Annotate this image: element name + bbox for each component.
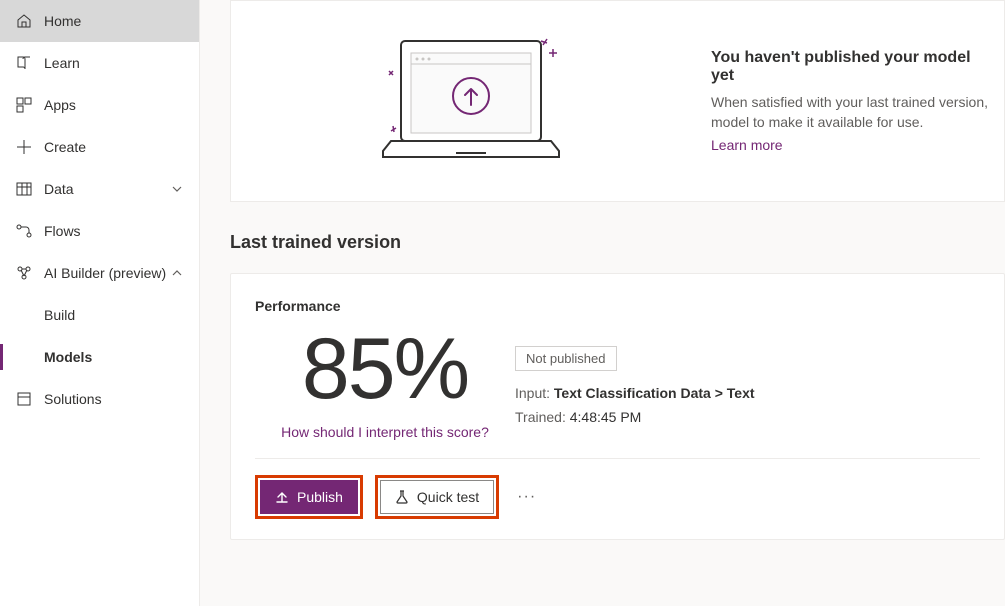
section-title: Last trained version — [230, 232, 1005, 253]
sidebar-item-label: Data — [44, 181, 74, 197]
quick-test-button[interactable]: Quick test — [380, 480, 494, 514]
performance-card: Performance 85% How should I interpret t… — [230, 273, 1005, 540]
publish-body: When satisfied with your last trained ve… — [711, 93, 994, 132]
sidebar-item-label: Home — [44, 13, 81, 29]
solutions-icon — [16, 391, 32, 407]
sidebar-item-create[interactable]: Create — [0, 126, 199, 168]
flask-icon — [395, 490, 409, 504]
status-badge: Not published — [515, 346, 617, 371]
publish-notice-card: You haven't published your model yet Whe… — [230, 0, 1005, 202]
publish-button[interactable]: Publish — [260, 480, 358, 514]
sidebar-item-apps[interactable]: Apps — [0, 84, 199, 126]
sidebar-item-label: Create — [44, 139, 86, 155]
main-content: You haven't published your model yet Whe… — [200, 0, 1005, 606]
publish-illustration — [231, 31, 711, 171]
sidebar-item-label: Build — [44, 307, 75, 323]
sidebar-item-label: Apps — [44, 97, 76, 113]
more-actions-button[interactable]: ··· — [511, 488, 542, 506]
sidebar-item-ai-builder[interactable]: AI Builder (preview) — [0, 252, 199, 294]
sidebar-item-label: Flows — [44, 223, 81, 239]
upload-icon — [275, 490, 289, 504]
input-line: Input: Text Classification Data > Text — [515, 385, 980, 401]
apps-icon — [16, 97, 32, 113]
sidebar-item-label: AI Builder (preview) — [44, 265, 166, 281]
interpret-score-link[interactable]: How should I interpret this score? — [281, 424, 489, 440]
sidebar-item-solutions[interactable]: Solutions — [0, 378, 199, 420]
book-icon — [16, 55, 32, 71]
performance-score: 85% — [255, 326, 515, 412]
performance-heading: Performance — [255, 298, 980, 314]
chevron-up-icon — [171, 267, 183, 279]
sidebar-item-label: Learn — [44, 55, 80, 71]
ai-builder-icon — [16, 265, 32, 281]
highlight-publish: Publish — [255, 475, 363, 519]
sidebar-item-label: Models — [44, 349, 92, 365]
sidebar-item-home[interactable]: Home — [0, 0, 199, 42]
flows-icon — [16, 223, 32, 239]
sidebar: Home Learn Apps Create Data Flows — [0, 0, 200, 606]
sidebar-item-data[interactable]: Data — [0, 168, 199, 210]
sidebar-item-label: Solutions — [44, 391, 102, 407]
publish-title: You haven't published your model yet — [711, 49, 994, 85]
trained-line: Trained: 4:48:45 PM — [515, 409, 980, 425]
sidebar-item-build[interactable]: Build — [0, 294, 199, 336]
learn-more-link[interactable]: Learn more — [711, 137, 783, 153]
plus-icon — [16, 139, 32, 155]
chevron-down-icon — [171, 183, 183, 195]
home-icon — [16, 13, 32, 29]
actions-row: Publish Quick test ··· — [255, 458, 980, 519]
sidebar-item-flows[interactable]: Flows — [0, 210, 199, 252]
sidebar-item-models[interactable]: Models — [0, 336, 199, 378]
sidebar-item-learn[interactable]: Learn — [0, 42, 199, 84]
highlight-quick-test: Quick test — [375, 475, 499, 519]
data-icon — [16, 181, 32, 197]
